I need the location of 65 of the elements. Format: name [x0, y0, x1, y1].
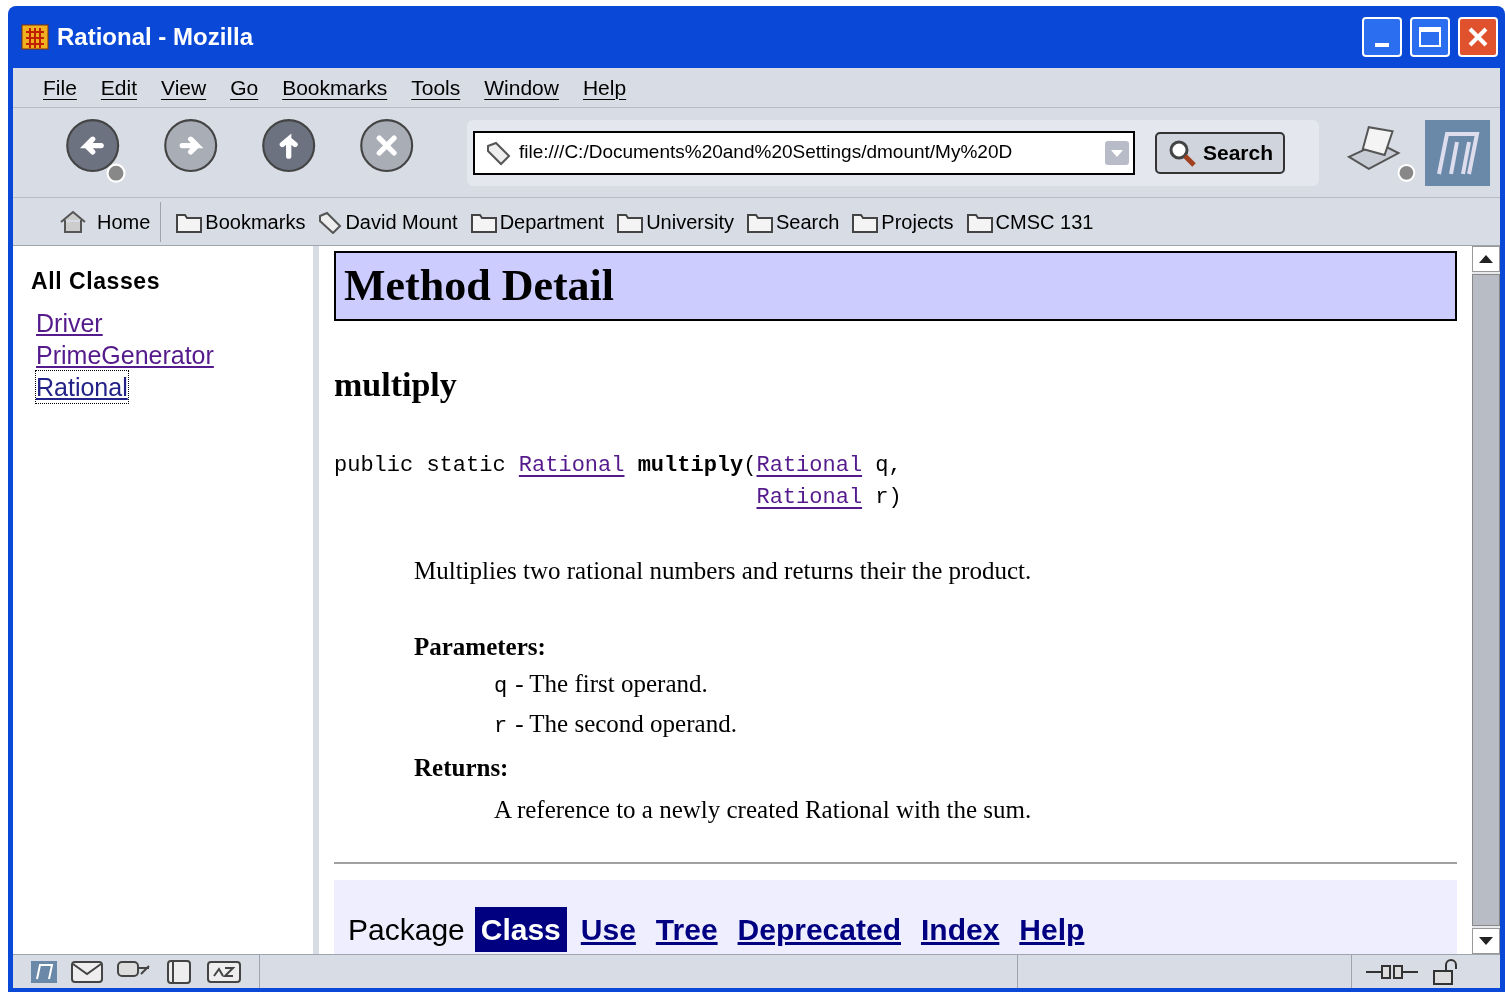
signature-text: ( — [743, 453, 757, 478]
search-button[interactable]: Search — [1155, 131, 1286, 174]
type-link[interactable]: Rational — [756, 453, 863, 478]
app-icon — [21, 24, 49, 50]
menu-item[interactable]: Go — [230, 71, 259, 104]
mail-icon[interactable] — [71, 960, 103, 983]
nav-link[interactable]: Deprecated — [731, 907, 907, 952]
navigator-icon[interactable] — [31, 960, 57, 983]
parameters-label: Parameters: — [414, 631, 547, 662]
menu-item[interactable]: View — [161, 71, 207, 104]
nav-link[interactable]: Help — [1013, 907, 1091, 952]
sidebar-heading: All Classes — [31, 267, 162, 296]
address-field[interactable]: file:///C:/Documents%20and%20Settings/dmount/My%20D — [473, 130, 1135, 175]
parameter-name: r — [494, 713, 508, 741]
up-arrow-icon[interactable] — [1479, 255, 1493, 263]
nav-link[interactable]: Use — [574, 907, 642, 952]
window-title: Rational - Mozilla — [57, 22, 255, 52]
bookmark-folder[interactable]: Department — [463, 201, 611, 242]
nav-label: Package — [347, 912, 466, 948]
class-link[interactable]: Rational — [36, 370, 128, 403]
down-arrow-icon[interactable] — [1479, 937, 1493, 945]
menu-item[interactable]: Bookmarks — [282, 71, 388, 104]
composer-icon[interactable] — [207, 960, 241, 983]
class-link[interactable]: PrimeGenerator — [36, 338, 214, 371]
menu-item[interactable]: Tools — [411, 71, 461, 104]
current-nav-item[interactable]: Class — [474, 907, 567, 952]
menu-item[interactable]: File — [43, 71, 77, 104]
nav-link[interactable]: Index — [915, 907, 1006, 952]
class-link[interactable]: Driver — [36, 306, 103, 339]
bookmark-folder[interactable]: University — [610, 201, 740, 242]
lock-icon — [1432, 958, 1460, 985]
parameter-name: q — [494, 673, 508, 701]
close-icon — [1467, 26, 1489, 48]
parameter-description: - The first operand. — [515, 669, 708, 699]
section-heading: Method Detail — [344, 260, 615, 312]
parameter-description: - The second operand. — [515, 709, 737, 739]
logo-icon[interactable] — [1424, 119, 1490, 186]
tag-icon — [485, 139, 511, 166]
menu-item[interactable]: Window — [484, 71, 559, 104]
bookmark-folder[interactable]: CMSC 131 — [959, 201, 1100, 242]
home-button[interactable]: Home — [53, 201, 162, 242]
method-name: multiply — [334, 365, 458, 405]
signature-text: public static — [334, 453, 507, 478]
bookmark-folder[interactable]: Bookmarks — [169, 201, 312, 242]
minimize-button[interactable] — [1362, 17, 1402, 57]
menu-item[interactable]: Edit — [100, 71, 138, 104]
method-signature-name: multiply — [637, 453, 744, 478]
book-icon[interactable] — [165, 959, 193, 984]
menu-item[interactable]: Help — [582, 71, 627, 104]
signature-text: r) — [874, 485, 902, 510]
nav-link[interactable]: Tree — [649, 907, 724, 952]
returns-label: Returns: — [414, 753, 510, 783]
type-link[interactable]: Rational — [756, 485, 863, 510]
bookmark-link[interactable]: David Mount — [311, 201, 464, 242]
maximize-button[interactable] — [1410, 17, 1450, 57]
type-link[interactable]: Rational — [518, 453, 625, 478]
close-button[interactable] — [1458, 17, 1498, 57]
bookmark-folder[interactable]: Projects — [845, 201, 960, 242]
description-text: Multiplies two rational numbers and returns their the product. — [414, 556, 1033, 586]
tag-icon — [317, 209, 344, 234]
scrollbar[interactable] — [1472, 246, 1500, 954]
signature-text: q, — [874, 453, 902, 478]
returns-text: A reference to a newly created Rational with the sum. — [494, 794, 1033, 825]
house-icon — [59, 209, 87, 234]
bookmark-folder[interactable]: Search — [739, 201, 846, 242]
